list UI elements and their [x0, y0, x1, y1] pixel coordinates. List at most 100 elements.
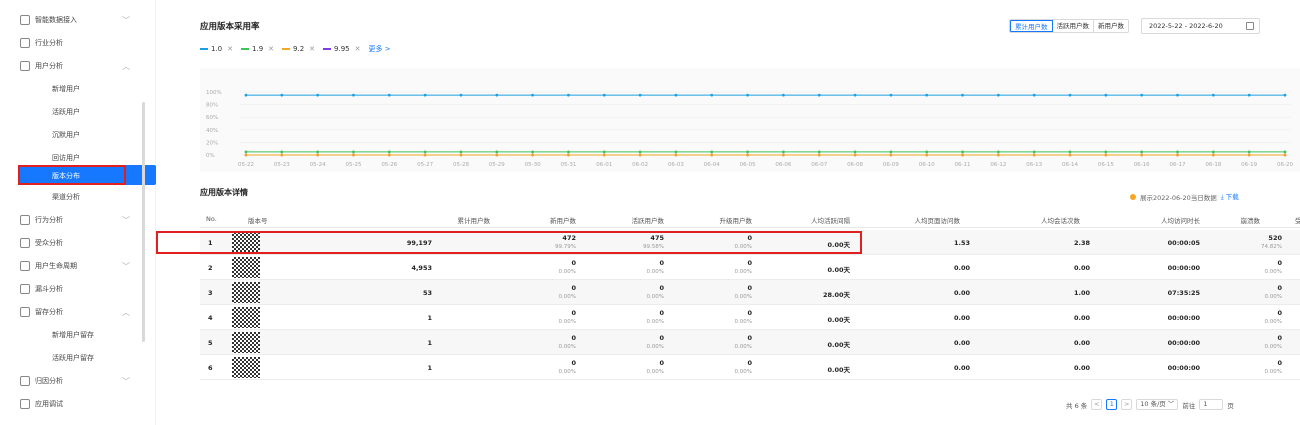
data-point[interactable] — [602, 93, 606, 97]
table-row[interactable]: 5 1 0 0.00% 0 0.00% 0 0.00% 0.00天 0.00 0.00 00:00:0… — [200, 330, 1300, 355]
data-point[interactable] — [387, 150, 391, 154]
data-point[interactable] — [495, 153, 499, 157]
data-point[interactable] — [567, 153, 570, 157]
data-point[interactable] — [1247, 150, 1251, 154]
close-icon[interactable]: ✕ — [309, 45, 315, 53]
data-point[interactable] — [316, 150, 320, 154]
data-point[interactable] — [638, 153, 642, 157]
data-point[interactable] — [1283, 153, 1287, 157]
data-point[interactable] — [1104, 153, 1108, 157]
close-icon[interactable]: ✕ — [227, 45, 233, 53]
data-point[interactable] — [244, 150, 248, 154]
data-point[interactable] — [853, 153, 857, 157]
data-point[interactable] — [961, 93, 964, 97]
data-point[interactable] — [961, 150, 964, 154]
data-point[interactable] — [1211, 153, 1215, 157]
data-point[interactable] — [1068, 93, 1072, 97]
sidebar-item-attribution[interactable]: 归因分析 ﹀ — [0, 371, 156, 391]
sidebar-item-user[interactable]: 用户分析 ︿ — [0, 56, 156, 76]
data-point[interactable] — [710, 153, 714, 157]
data-point[interactable] — [817, 93, 821, 97]
data-point[interactable] — [889, 153, 893, 157]
data-point[interactable] — [316, 93, 320, 97]
data-point[interactable] — [531, 150, 535, 154]
goto-page-input[interactable]: 1 — [1199, 399, 1224, 410]
sidebar-item-chart[interactable]: 行为分析 ﹀ — [0, 210, 156, 230]
sidebar-subitem[interactable]: 活跃用户留存 — [0, 348, 156, 368]
legend-item[interactable]: 1.0 ✕ — [200, 45, 233, 53]
data-point[interactable] — [817, 150, 821, 154]
data-point[interactable] — [602, 153, 606, 157]
data-point[interactable] — [746, 93, 749, 97]
sidebar-item-monitor[interactable]: 行业分析 — [0, 33, 156, 53]
sidebar-item-retain[interactable]: 留存分析 ︿ — [0, 302, 156, 322]
sidebar-subitem[interactable]: 渠道分析 — [0, 187, 156, 207]
data-point[interactable] — [1140, 153, 1144, 157]
data-point[interactable] — [853, 93, 857, 97]
legend-more-link[interactable]: 更多 > — [369, 44, 391, 54]
data-point[interactable] — [925, 153, 929, 157]
data-point[interactable] — [1247, 93, 1251, 97]
download-button[interactable]: ⤓ 下载 — [1221, 191, 1239, 202]
column-header[interactable]: 崩溃数 — [1241, 215, 1261, 225]
column-header[interactable]: 人均页面访问数 — [915, 215, 961, 225]
data-point[interactable] — [1176, 93, 1179, 97]
column-header[interactable]: 版本号 — [248, 215, 268, 225]
data-point[interactable] — [746, 150, 749, 154]
data-point[interactable] — [1068, 153, 1072, 157]
close-icon[interactable]: ✕ — [355, 45, 361, 53]
data-point[interactable] — [1176, 153, 1179, 157]
data-point[interactable] — [746, 153, 749, 157]
data-point[interactable] — [889, 93, 893, 97]
data-point[interactable] — [925, 93, 929, 97]
date-range-picker[interactable]: 2022-5-22 - 2022-6-20 — [1141, 18, 1260, 34]
sidebar-item-people[interactable]: 受众分析 — [0, 233, 156, 253]
column-header[interactable]: 人均访问时长 — [1161, 215, 1200, 225]
pager-prev-button[interactable]: < — [1091, 399, 1103, 410]
legend-item[interactable]: 1.9 ✕ — [241, 45, 274, 53]
data-point[interactable] — [280, 153, 284, 157]
segment-option[interactable]: 新用户数 — [1094, 20, 1128, 32]
data-point[interactable] — [352, 150, 355, 154]
data-point[interactable] — [244, 93, 248, 97]
column-header[interactable]: 新用户数 — [550, 215, 576, 225]
data-point[interactable] — [1104, 150, 1108, 154]
sidebar-scrollbar[interactable] — [142, 102, 145, 342]
column-header[interactable]: 人均活跃间隔 — [811, 215, 850, 225]
data-point[interactable] — [674, 93, 678, 97]
data-point[interactable] — [423, 93, 427, 97]
data-point[interactable] — [495, 93, 499, 97]
sidebar-item-debug[interactable]: 应用调试 — [0, 394, 156, 414]
data-point[interactable] — [782, 150, 785, 154]
table-row[interactable]: 2 4,953 0 0.00% 0 0.00% 0 0.00% 0.00天 0.00 0.00 00:… — [200, 255, 1300, 280]
table-row[interactable]: 3 53 0 0.00% 0 0.00% 0 0.00% 28.00天 0.00 1.00 07:35… — [200, 280, 1300, 305]
data-point[interactable] — [817, 153, 821, 157]
legend-item[interactable]: 9.2 ✕ — [282, 45, 315, 53]
data-point[interactable] — [1211, 150, 1215, 154]
data-point[interactable] — [423, 150, 427, 154]
pager-page-1[interactable]: 1 — [1106, 399, 1118, 410]
sidebar-subitem[interactable]: 新增用户留存 — [0, 325, 156, 345]
data-point[interactable] — [710, 93, 714, 97]
data-point[interactable] — [674, 153, 678, 157]
data-point[interactable] — [961, 153, 964, 157]
page-size-select[interactable]: 10 条/页 ﹀ — [1136, 399, 1179, 410]
close-icon[interactable]: ✕ — [268, 45, 274, 53]
column-header[interactable]: No. — [206, 215, 217, 223]
column-header[interactable]: 升级用户数 — [720, 215, 753, 225]
data-point[interactable] — [280, 150, 284, 154]
sidebar-subitem[interactable]: 新增用户 — [0, 79, 156, 99]
column-header[interactable]: 人均会话次数 — [1041, 215, 1080, 225]
data-point[interactable] — [1247, 153, 1251, 157]
data-point[interactable] — [387, 93, 391, 97]
data-point[interactable] — [1211, 93, 1215, 97]
column-header[interactable]: 累计用户数 — [458, 215, 491, 225]
data-point[interactable] — [1068, 150, 1072, 154]
data-point[interactable] — [567, 150, 570, 154]
data-point[interactable] — [352, 153, 355, 157]
data-point[interactable] — [244, 153, 248, 157]
sidebar-item-funnel[interactable]: 漏斗分析 — [0, 279, 156, 299]
data-point[interactable] — [531, 93, 535, 97]
sidebar-subitem[interactable]: 活跃用户 — [0, 102, 156, 122]
pager-next-button[interactable]: > — [1121, 399, 1133, 410]
